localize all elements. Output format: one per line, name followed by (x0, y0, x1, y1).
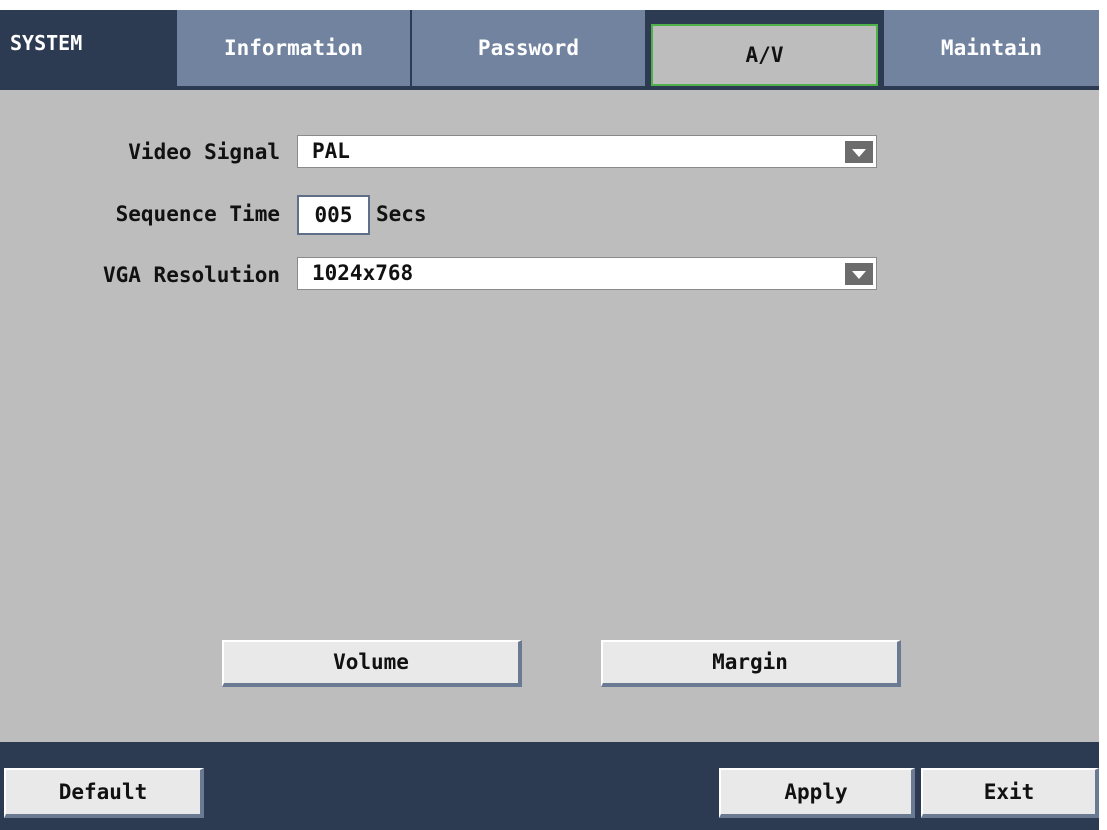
chevron-down-icon[interactable] (845, 263, 873, 285)
tab-av[interactable]: A/V (651, 24, 878, 86)
tab-information[interactable]: Information (177, 10, 410, 86)
window-title: SYSTEM (10, 31, 83, 55)
margin-button[interactable]: Margin (601, 640, 901, 687)
volume-button[interactable]: Volume (222, 640, 522, 687)
exit-button[interactable]: Exit (921, 768, 1099, 818)
tab-password[interactable]: Password (412, 10, 645, 86)
video-signal-value: PAL (312, 139, 350, 163)
sequence-time-input[interactable]: 005 (297, 195, 370, 235)
chevron-down-icon[interactable] (845, 141, 873, 163)
vga-resolution-label: VGA Resolution (102, 263, 280, 287)
footer-bar: Default Apply Exit (0, 742, 1099, 830)
tab-bar: SYSTEM Information Password A/V Maintain (0, 10, 1099, 90)
tab-maintain[interactable]: Maintain (884, 10, 1099, 86)
video-signal-label: Video Signal (128, 140, 280, 164)
vga-resolution-select[interactable]: 1024x768 (297, 257, 877, 290)
apply-button[interactable]: Apply (719, 768, 915, 818)
sequence-time-label: Sequence Time (115, 202, 280, 226)
video-signal-select[interactable]: PAL (297, 135, 877, 168)
system-settings-window: SYSTEM Information Password A/V Maintain… (0, 10, 1099, 830)
vga-resolution-value: 1024x768 (312, 261, 414, 285)
sequence-time-unit: Secs (376, 202, 427, 226)
default-button[interactable]: Default (4, 768, 204, 818)
